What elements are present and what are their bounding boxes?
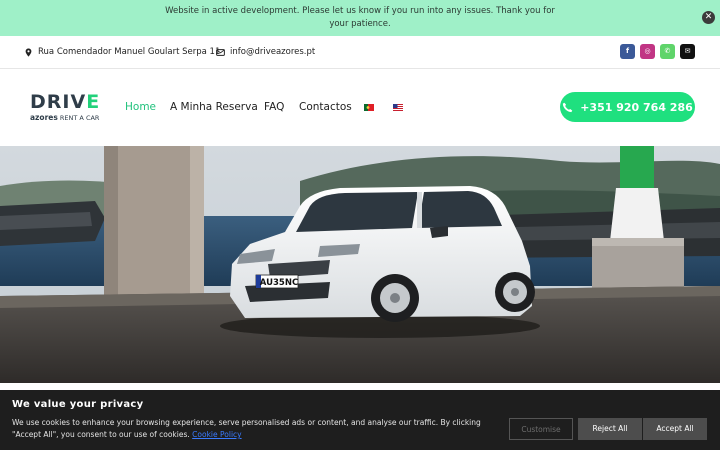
nav-home[interactable]: Home [125, 101, 156, 113]
hero-car-photo: AU35NC [0, 146, 720, 383]
call-button[interactable]: +351 920 764 286 [560, 92, 695, 122]
address-text: Rua Comendador Manuel Goulart Serpa 11 [38, 47, 221, 57]
logo-text-b: E [86, 91, 101, 113]
phone-icon [563, 102, 573, 112]
envelope-icon [216, 48, 225, 56]
logo-sub-a: azores [30, 113, 58, 122]
notice-bar: Website in active development. Please le… [0, 0, 720, 36]
accept-all-button[interactable]: Accept All [643, 418, 707, 440]
nav-faq[interactable]: FAQ [264, 101, 284, 113]
whatsapp-icon[interactable]: ✆ [660, 44, 675, 59]
logo-text-a: DRIV [30, 91, 87, 113]
nav-my-booking[interactable]: A Minha Reserva [170, 101, 258, 113]
cookie-title: We value your privacy [12, 399, 144, 410]
hero-image: AU35NC [0, 146, 720, 383]
instagram-icon[interactable]: ◎ [640, 44, 655, 59]
main-header: DRIVE azores RENT A CAR Home A Minha Res… [0, 69, 720, 146]
cookie-text: We use cookies to enhance your browsing … [12, 417, 502, 441]
cookie-policy-link[interactable]: Cookie Policy [192, 430, 241, 439]
call-button-label: +351 920 764 286 [580, 100, 693, 114]
contact-bar: Rua Comendador Manuel Goulart Serpa 11 i… [0, 36, 720, 69]
portugal-flag-icon[interactable] [364, 104, 374, 111]
us-flag-icon[interactable] [393, 104, 403, 111]
address-item: Rua Comendador Manuel Goulart Serpa 11 [24, 47, 220, 57]
email-item[interactable]: info@driveazores.pt [216, 47, 315, 57]
customise-button[interactable]: Customise [509, 418, 573, 440]
email-text[interactable]: info@driveazores.pt [230, 47, 315, 57]
nav-contacts[interactable]: Contactos [299, 101, 352, 113]
cookie-body: We use cookies to enhance your browsing … [12, 418, 481, 439]
license-plate: AU35NC [260, 278, 298, 288]
logo-sub-b: RENT A CAR [57, 114, 100, 122]
facebook-icon[interactable]: f [620, 44, 635, 59]
logo-wordmark: DRIVE [30, 93, 100, 112]
close-icon[interactable]: ✕ [702, 11, 715, 24]
logo[interactable]: DRIVE azores RENT A CAR [30, 93, 100, 123]
logo-tagline: azores RENT A CAR [30, 113, 100, 122]
location-pin-icon [25, 47, 32, 57]
email-social-icon[interactable]: ✉ [680, 44, 695, 59]
notice-text: Website in active development. Please le… [165, 6, 555, 29]
cookie-banner: We value your privacy We use cookies to … [0, 390, 720, 450]
reject-all-button[interactable]: Reject All [578, 418, 642, 440]
